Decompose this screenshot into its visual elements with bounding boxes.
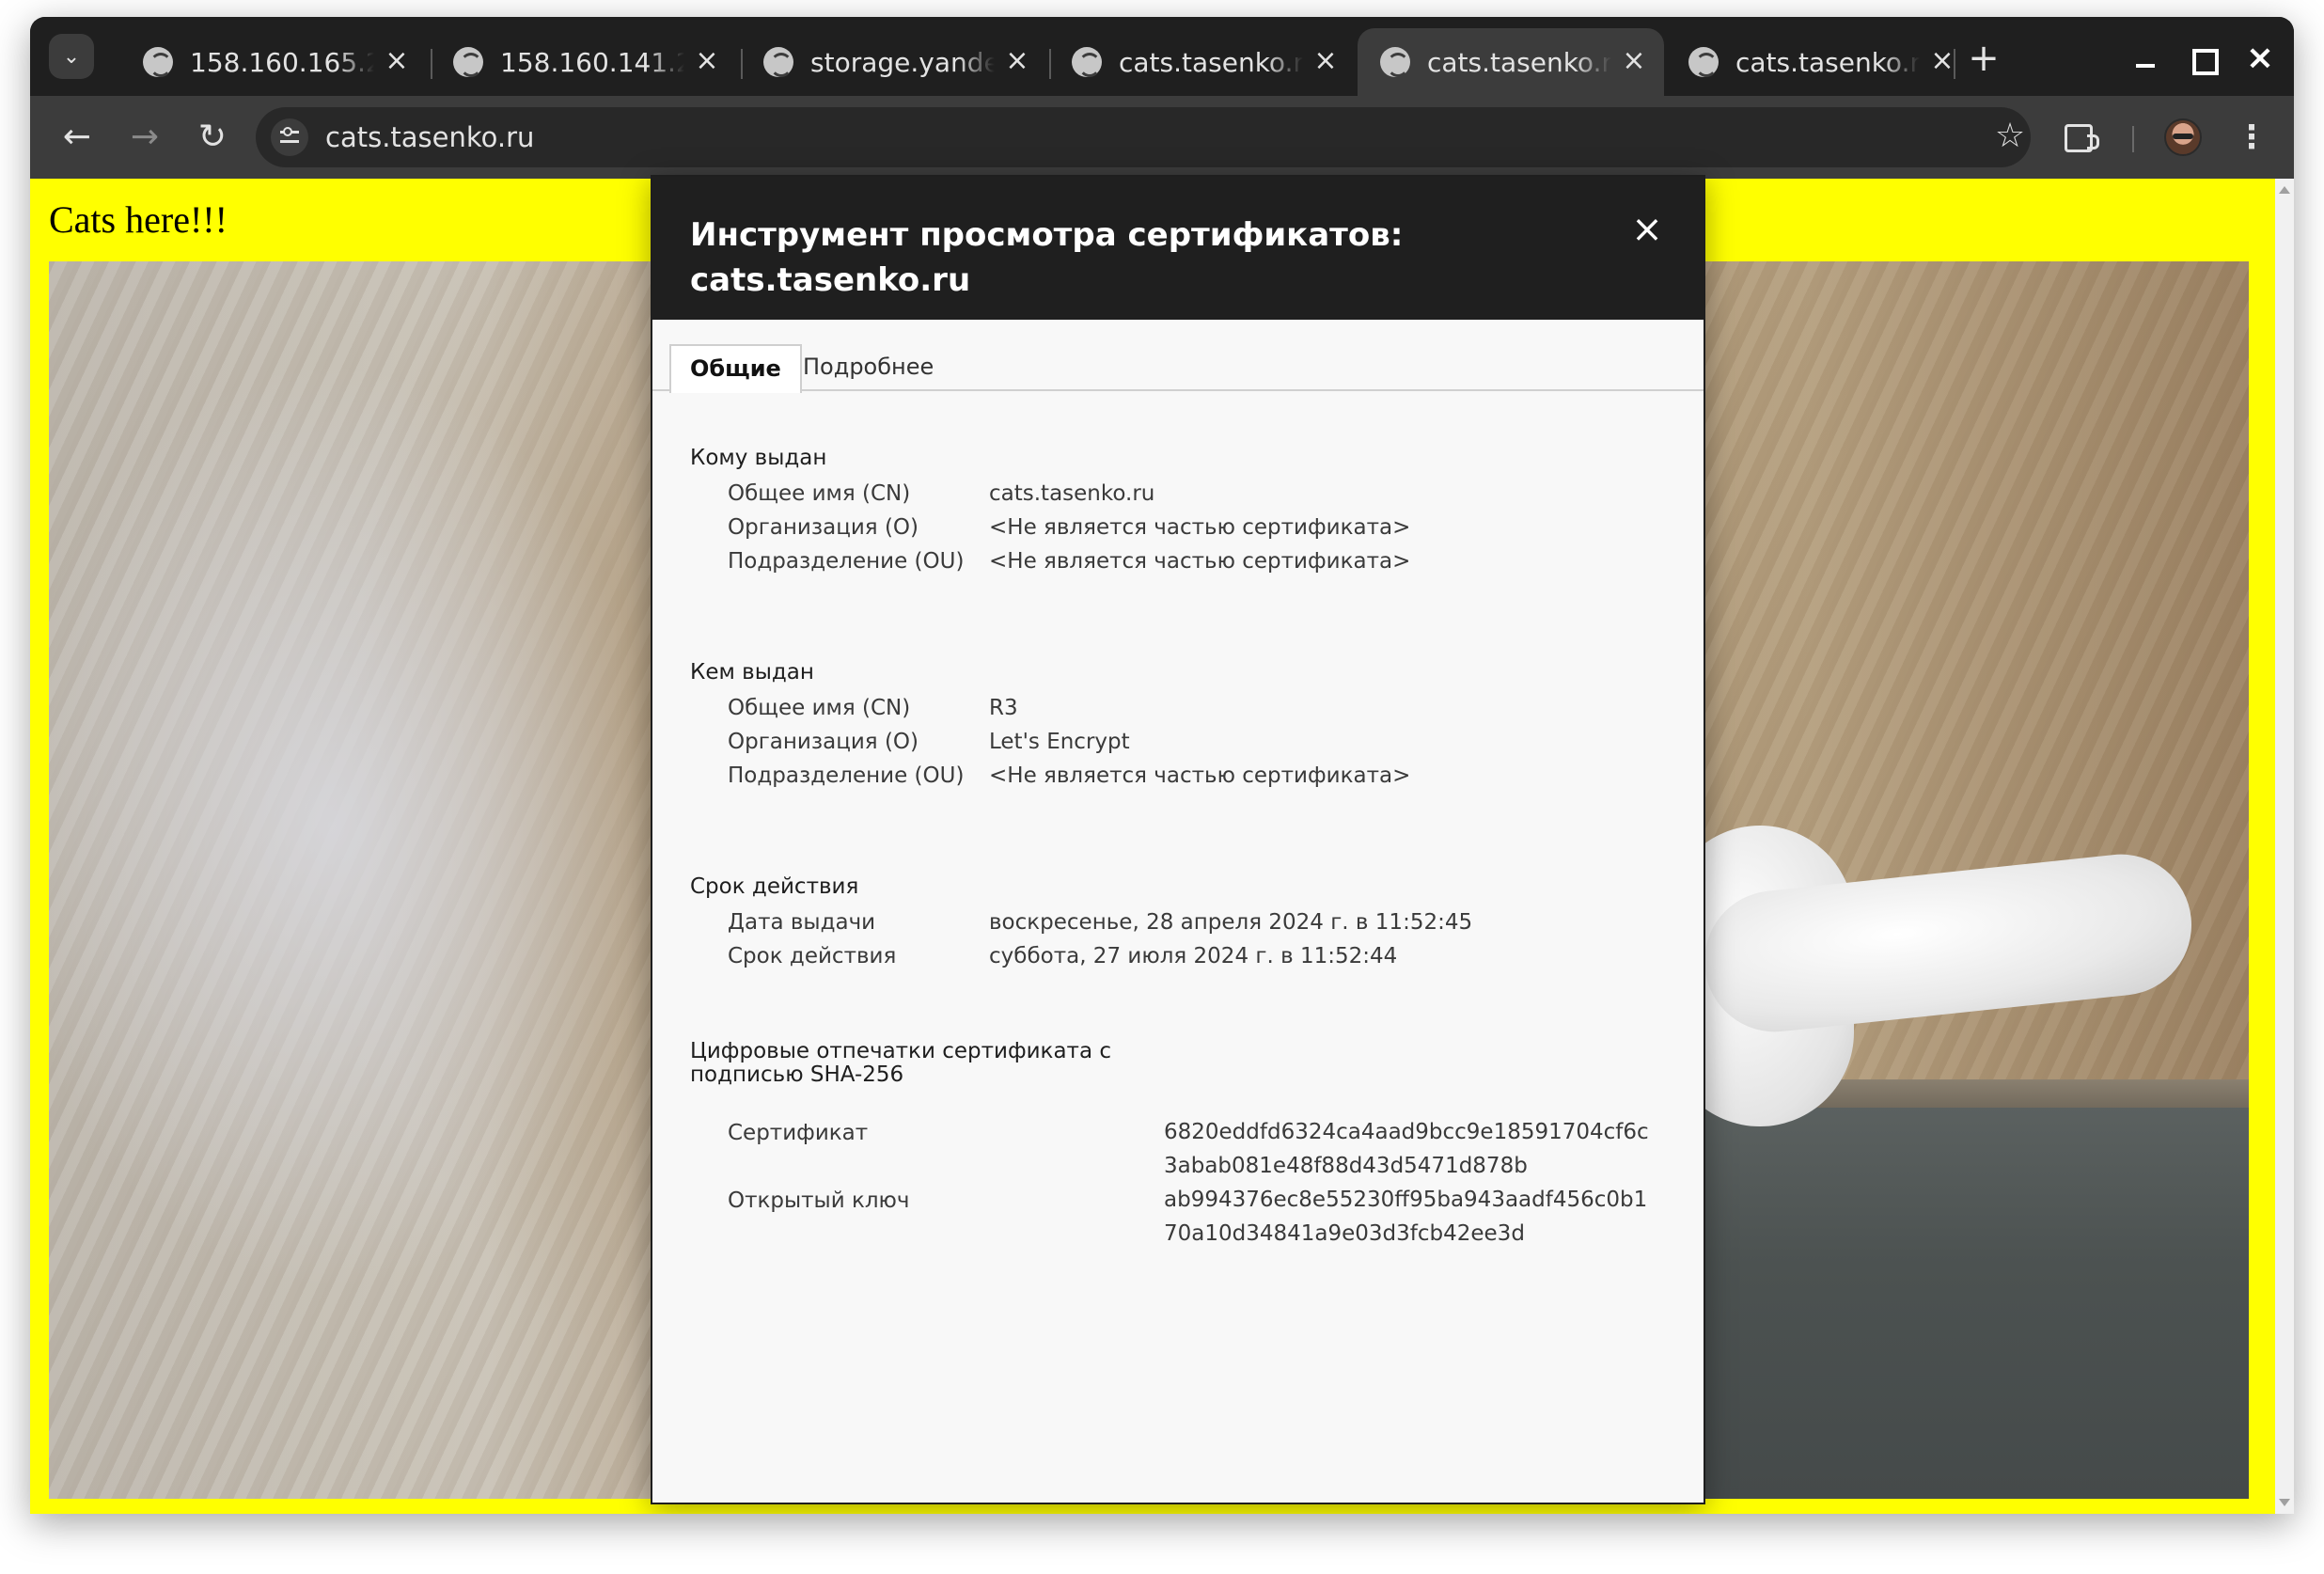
dialog-header: Инструмент просмотра сертификатов: cats.… — [652, 177, 1704, 320]
tune-icon[interactable] — [271, 118, 308, 156]
section-fingerprints-title: Цифровые отпечатки сертификата с подпись… — [690, 1039, 1111, 1087]
field-value: <Не является частью сертификата> — [989, 515, 1411, 540]
browser-window: ⌄ 158.160.165.2 × 158.160.141.2 × storag… — [30, 17, 2294, 1514]
window-close-icon[interactable]: × — [2241, 39, 2279, 77]
chevron-down-icon[interactable]: ⌄ — [49, 34, 94, 79]
tab-title: 158.160.141.2 — [500, 46, 684, 78]
browser-tab[interactable]: cats.tasenko.r × — [1049, 28, 1356, 96]
photo-shelf — [1666, 1108, 2249, 1499]
globe-icon — [1072, 47, 1102, 77]
section-validity-title: Срок действия — [690, 874, 859, 899]
field-label: Общее имя (CN) — [728, 696, 911, 720]
maximize-icon[interactable] — [2183, 39, 2221, 77]
address-bar[interactable]: cats.tasenko.ru ☆ — [256, 107, 2031, 167]
puzzle-icon[interactable] — [2065, 124, 2099, 152]
close-icon[interactable]: × — [692, 47, 722, 77]
section-issued-to-title: Кому выдан — [690, 446, 827, 470]
page-scrollbar[interactable] — [2275, 179, 2294, 1514]
fingerprint-label: Открытый ключ — [728, 1188, 910, 1213]
close-icon[interactable]: × — [1619, 47, 1649, 77]
fingerprint-value: 6820eddfd6324ca4aad9bcc9e18591704cf6c3ab… — [1164, 1120, 1649, 1178]
avatar[interactable] — [2164, 118, 2202, 156]
tab-title: 158.160.165.2 — [190, 46, 374, 78]
field-label: Срок действия — [728, 944, 897, 968]
field-label: Общее имя (CN) — [728, 481, 911, 506]
certificate-viewer-dialog: Инструмент просмотра сертификатов: cats.… — [651, 175, 1705, 1504]
close-icon[interactable]: × — [1002, 47, 1032, 77]
arrow-left-icon[interactable]: ← — [55, 115, 100, 160]
close-icon[interactable]: × — [382, 47, 412, 77]
browser-tab[interactable]: 158.160.165.2 × — [120, 28, 427, 96]
field-value: R3 — [989, 696, 1018, 720]
new-tab-button[interactable]: + — [1965, 39, 2002, 79]
minimize-icon[interactable] — [2127, 39, 2164, 77]
scroll-down-icon[interactable] — [2279, 1499, 2290, 1506]
globe-icon — [453, 47, 483, 77]
page-heading: Cats here!!! — [49, 198, 228, 241]
tab-separator — [1954, 49, 1955, 79]
globe-icon — [1380, 47, 1410, 77]
field-value: cats.tasenko.ru — [989, 481, 1155, 506]
star-icon[interactable]: ☆ — [1991, 113, 2029, 160]
close-icon[interactable]: × — [1311, 47, 1341, 77]
field-value: воскресенье, 28 апреля 2024 г. в 11:52:4… — [989, 910, 1473, 935]
dialog-title: Инструмент просмотра сертификатов: cats.… — [690, 216, 1404, 299]
field-value: суббота, 27 июля 2024 г. в 11:52:44 — [989, 944, 1398, 968]
globe-icon — [143, 47, 173, 77]
field-label: Подразделение (OU) — [728, 763, 965, 788]
browser-tab-active[interactable]: cats.tasenko.r × — [1358, 28, 1664, 96]
tab-details[interactable]: Подробнее — [784, 344, 952, 391]
tab-title: cats.tasenko.r — [1119, 46, 1303, 78]
section-issued-by-title: Кем выдан — [690, 660, 814, 685]
field-label: Дата выдачи — [728, 910, 876, 935]
address-bar-url[interactable]: cats.tasenko.ru — [325, 107, 534, 167]
tab-general[interactable]: Общие — [669, 344, 802, 393]
fingerprint-value: ab994376ec8e55230ff95ba943aadf456c0b170a… — [1164, 1188, 1648, 1246]
dialog-tabs: Общие Подробнее — [652, 320, 1704, 393]
browser-toolbar: ← → ↻ cats.tasenko.ru ☆ ⋮ — [30, 96, 2294, 179]
browser-tab[interactable]: storage.yande × — [741, 28, 1047, 96]
arrow-right-icon[interactable]: → — [122, 115, 167, 160]
close-icon[interactable]: × — [1628, 211, 1666, 248]
tab-title: cats.tasenko.r — [1427, 46, 1611, 78]
browser-tab[interactable]: 158.160.141.2 × — [431, 28, 737, 96]
tab-title: storage.yande — [810, 46, 995, 78]
toolbar-separator — [2132, 126, 2134, 152]
field-value: <Не является частью сертификата> — [989, 549, 1411, 574]
fingerprint-label: Сертификат — [728, 1121, 869, 1145]
scroll-up-icon[interactable] — [2279, 186, 2290, 194]
reload-icon[interactable]: ↻ — [190, 115, 235, 160]
kebab-menu-icon[interactable]: ⋮ — [2236, 115, 2268, 160]
field-value: Let's Encrypt — [989, 730, 1130, 754]
globe-icon — [763, 47, 793, 77]
tab-title: cats.tasenko.r — [1735, 46, 1920, 78]
field-value: <Не является частью сертификата> — [989, 763, 1411, 788]
browser-tab[interactable]: cats.tasenko.r × — [1666, 28, 1972, 96]
field-label: Подразделение (OU) — [728, 549, 965, 574]
globe-icon — [1688, 47, 1719, 77]
tab-strip: ⌄ 158.160.165.2 × 158.160.141.2 × storag… — [30, 17, 2294, 96]
field-label: Организация (O) — [728, 730, 919, 754]
field-label: Организация (O) — [728, 515, 919, 540]
